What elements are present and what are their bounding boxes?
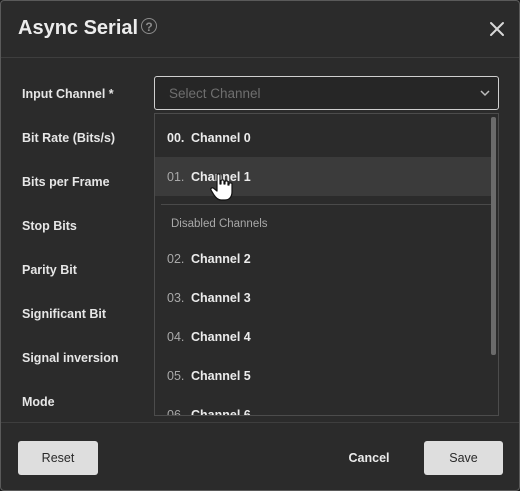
option-number: 02. — [167, 252, 185, 266]
dropdown-divider — [161, 204, 491, 205]
option-channel-3: 03. Channel 3 — [155, 278, 491, 317]
dialog-title: Async Serial — [18, 17, 139, 39]
cancel-button[interactable]: Cancel — [334, 441, 404, 475]
chevron-down-icon — [480, 90, 490, 97]
option-number: 06. — [167, 408, 185, 416]
help-icon[interactable]: ? — [141, 18, 157, 34]
select-placeholder: Select Channel — [169, 86, 261, 101]
option-channel-4: 04. Channel 4 — [155, 317, 491, 356]
option-name: Channel 6 — [191, 408, 251, 416]
stop-bits-label: Stop Bits — [22, 219, 77, 233]
disabled-channels-label: Disabled Channels — [171, 218, 268, 230]
option-name: Channel 4 — [191, 330, 251, 344]
option-channel-1[interactable]: 01. Channel 1 — [155, 157, 491, 196]
input-channel-label: Input Channel * — [22, 87, 114, 101]
input-channel-select[interactable]: Select Channel — [154, 76, 499, 110]
close-icon[interactable] — [487, 19, 507, 39]
reset-button[interactable]: Reset — [18, 441, 98, 475]
option-channel-5: 05. Channel 5 — [155, 356, 491, 395]
option-channel-2: 02. Channel 2 — [155, 239, 491, 278]
mode-label: Mode — [22, 395, 55, 409]
option-name: Channel 2 — [191, 252, 251, 266]
dialog-header: Async Serial ? — [1, 1, 519, 58]
option-name: Channel 0 — [191, 131, 251, 145]
save-button[interactable]: Save — [424, 441, 503, 475]
option-channel-6: 06. Channel 6 — [155, 395, 491, 416]
signal-inversion-label: Signal inversion — [22, 351, 119, 365]
bit-rate-label: Bit Rate (Bits/s) — [22, 131, 116, 145]
option-number: 05. — [167, 369, 185, 383]
option-name: Channel 5 — [191, 369, 251, 383]
dropdown-scrollbar[interactable] — [491, 117, 496, 355]
parity-bit-label: Parity Bit — [22, 263, 77, 277]
async-serial-dialog: Async Serial ? Input Channel * Bit Rate … — [0, 0, 520, 491]
option-number: 00. — [167, 131, 185, 145]
channel-dropdown[interactable]: 00. Channel 0 01. Channel 1 Disabled Cha… — [154, 113, 499, 416]
option-number: 04. — [167, 330, 185, 344]
hand-cursor-icon — [210, 173, 233, 201]
significant-bit-label: Significant Bit — [22, 307, 107, 321]
option-number: 03. — [167, 291, 185, 305]
dialog-footer: Reset Cancel Save — [1, 422, 519, 490]
option-channel-0[interactable]: 00. Channel 0 — [155, 118, 491, 157]
bits-per-frame-label: Bits per Frame — [22, 175, 110, 189]
option-number: 01. — [167, 170, 185, 184]
option-name: Channel 3 — [191, 291, 251, 305]
